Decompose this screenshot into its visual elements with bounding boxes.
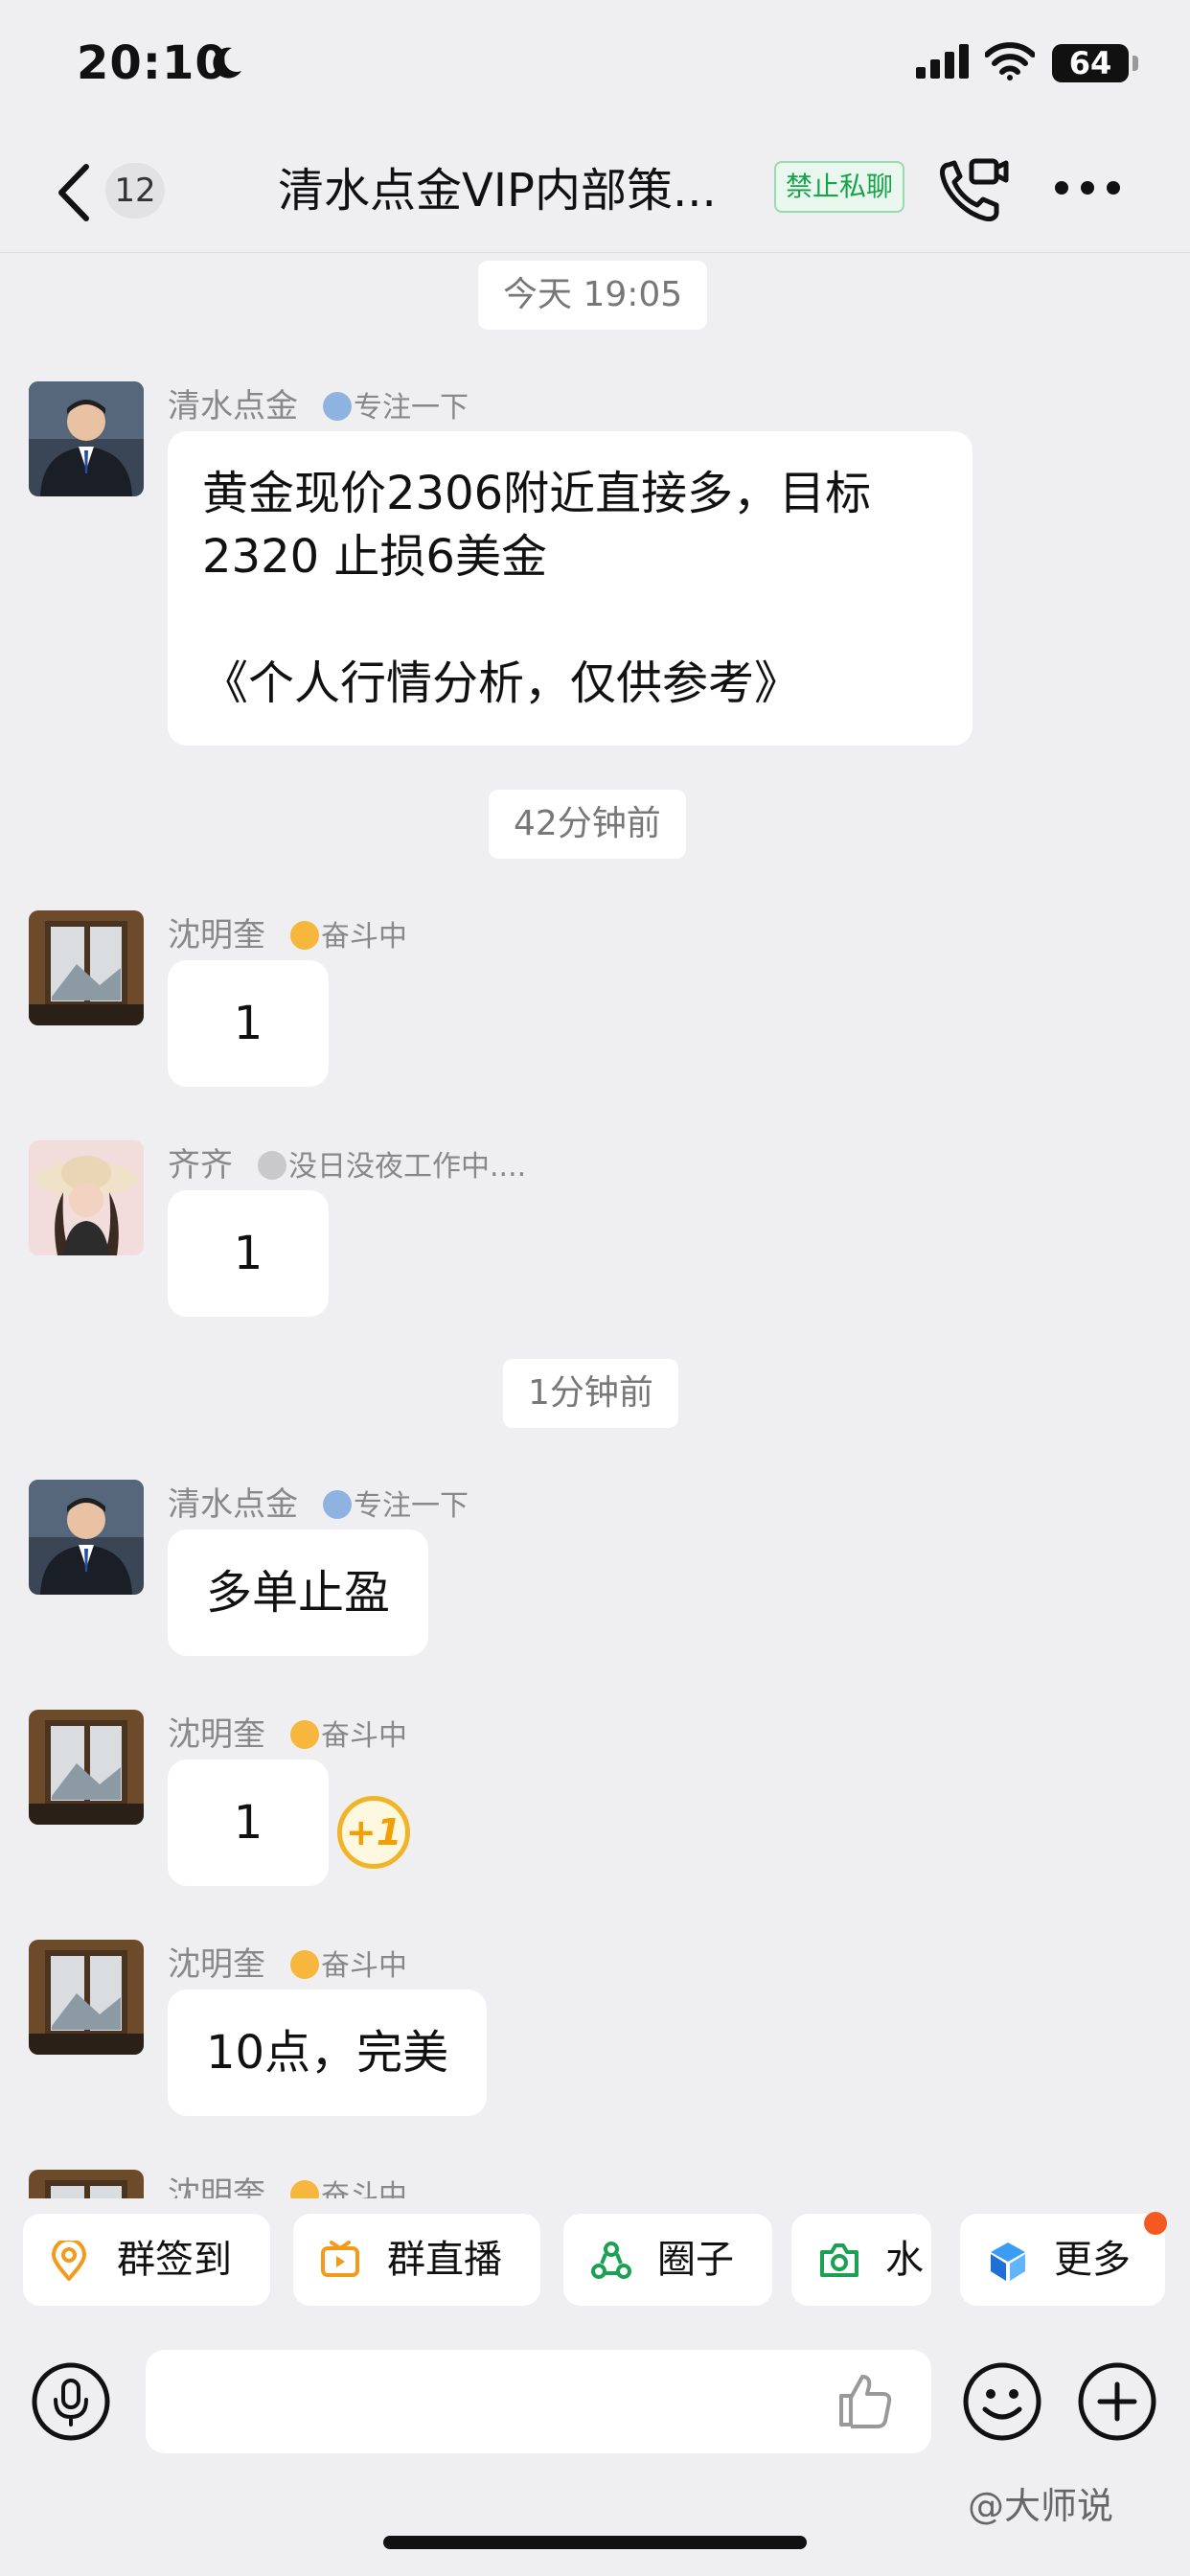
sender-status-text: 奋斗中 (321, 1949, 407, 1983)
watermark-camera-button[interactable]: 水 (791, 2214, 931, 2306)
sender-name: 沈明奎 (168, 2175, 265, 2198)
cube-icon (991, 2242, 1025, 2281)
sender-status: 奋斗中 (290, 920, 407, 954)
circle-button[interactable]: 圈子 (563, 2214, 772, 2306)
message-bubble[interactable]: 1 (168, 1760, 329, 1886)
message-bubble[interactable]: 1 (168, 960, 329, 1087)
input-bar: @大师说 (0, 2323, 1190, 2576)
chip-label: 水 (885, 2238, 924, 2282)
moon-icon (213, 47, 241, 79)
sender-status-text: 奋斗中 (321, 2179, 407, 2198)
status-time: 20:10 (77, 36, 228, 90)
message-line: 黄金现价2306附近直接多，目标 (202, 467, 872, 520)
sender-status: 专注一下 (323, 1489, 469, 1523)
sender-name: 齐齐 (168, 1146, 233, 1184)
emoji-button[interactable] (962, 2361, 1042, 2442)
voice-input-button[interactable] (31, 2361, 111, 2442)
sender-name: 沈明奎 (168, 916, 265, 954)
timestamp-divider: 42分钟前 (489, 790, 686, 859)
message-line: 《个人行情分析，仅供参考》 (202, 656, 801, 710)
avatar[interactable] (29, 1710, 144, 1825)
sender-status: 奋斗中 (290, 1719, 407, 1753)
timestamp-divider: 今天 19:05 (478, 261, 708, 330)
signal-icon (916, 44, 969, 79)
status-emoji-icon (290, 1950, 319, 1979)
message-line: 2320 止损6美金 (202, 530, 547, 584)
sender-status-text: 没日没夜工作中.... (288, 1150, 527, 1184)
chat-header: 12 清水点金VIP内部策... 禁止私聊 (0, 130, 1190, 253)
sender-status-text: 奋斗中 (321, 920, 407, 954)
status-emoji-icon (323, 1490, 352, 1519)
group-live-button[interactable]: 群直播 (293, 2214, 540, 2306)
sender-status-text: 专注一下 (354, 391, 469, 425)
sender-status: 奋斗中 (290, 1949, 407, 1983)
sender-line: 沈明奎 奋斗中 (168, 1708, 407, 1755)
message-list[interactable]: 今天 19:05 清水点金 专注一下 黄金现价2306附近直接多，目标 2320 … (0, 253, 1190, 2198)
sender-line: 齐齐 没日没夜工作中.... (168, 1138, 526, 1185)
sender-line: 清水点金 专注一下 (168, 1478, 469, 1525)
sender-line: 清水点金 专注一下 (168, 380, 469, 426)
chip-label: 更多 (1054, 2238, 1131, 2282)
sender-name: 清水点金 (168, 1485, 298, 1524)
chip-label: 群签到 (117, 2238, 232, 2282)
message-bubble[interactable]: 多单止盈 (168, 1530, 429, 1656)
chip-label: 圈子 (657, 2238, 734, 2282)
message-line (202, 588, 938, 652)
avatar[interactable] (29, 381, 144, 496)
message-input[interactable] (146, 2350, 931, 2453)
sender-line: 沈明奎 奋斗中 (168, 2168, 407, 2198)
message-bubble[interactable]: 10点，完美 (168, 1990, 488, 2116)
watermark-label: @大师说 (968, 2485, 1114, 2527)
avatar[interactable] (29, 910, 144, 1025)
chip-label: 群直播 (387, 2238, 502, 2282)
message-bubble[interactable]: 黄金现价2306附近直接多，目标 2320 止损6美金 《个人行情分析，仅供参考… (168, 431, 973, 746)
thumbs-up-icon[interactable] (835, 2373, 893, 2428)
message-bubble[interactable]: 1 (168, 1190, 329, 1317)
more-options-icon[interactable] (1054, 178, 1121, 197)
status-bar: 20:10 64 (0, 0, 1190, 130)
group-checkin-button[interactable]: 群签到 (23, 2214, 270, 2306)
sender-line: 沈明奎 奋斗中 (168, 1938, 407, 1985)
sender-name: 清水点金 (168, 387, 298, 426)
location-pin-icon (51, 2241, 87, 2281)
camera-icon (820, 2243, 858, 2277)
home-indicator[interactable] (383, 2536, 807, 2549)
status-emoji-icon (290, 921, 319, 950)
battery-tip (1133, 56, 1138, 71)
chat-title[interactable]: 清水点金VIP内部策... (278, 159, 767, 222)
sender-status-text: 专注一下 (354, 1489, 469, 1523)
sender-name: 沈明奎 (168, 1945, 265, 1984)
more-actions-button[interactable]: 更多 (960, 2214, 1165, 2306)
no-private-chat-badge: 禁止私聊 (774, 161, 905, 213)
status-emoji-icon (290, 2180, 319, 2198)
sender-status: 专注一下 (323, 391, 469, 425)
circle-group-icon (591, 2242, 631, 2279)
sender-status-text: 奋斗中 (321, 1719, 407, 1753)
tv-play-icon (321, 2241, 359, 2277)
video-call-icon[interactable] (937, 155, 1010, 224)
notification-dot (1144, 2212, 1167, 2235)
timestamp-divider: 1分钟前 (503, 1359, 678, 1428)
avatar[interactable] (29, 1940, 144, 2055)
sender-name: 沈明奎 (168, 1715, 265, 1754)
status-emoji-icon (258, 1151, 286, 1180)
wifi-icon (985, 42, 1035, 80)
quick-action-bar: 群签到 群直播 圈子 水 更多 (0, 2198, 1190, 2323)
back-button[interactable] (48, 159, 105, 226)
avatar[interactable] (29, 1140, 144, 1255)
avatar[interactable] (29, 2170, 144, 2198)
avatar[interactable] (29, 1480, 144, 1595)
battery-indicator: 64 (1052, 44, 1129, 82)
plus-button[interactable] (1077, 2361, 1157, 2442)
plus-one-reaction[interactable]: +1 (337, 1796, 410, 1869)
watermark-text: @大师说 (968, 2476, 1113, 2529)
unread-count-badge: 12 (105, 163, 165, 218)
sender-status: 没日没夜工作中.... (258, 1150, 526, 1184)
sender-status: 奋斗中 (290, 2179, 407, 2198)
status-emoji-icon (323, 392, 352, 421)
status-emoji-icon (290, 1720, 319, 1749)
sender-line: 沈明奎 奋斗中 (168, 908, 407, 955)
